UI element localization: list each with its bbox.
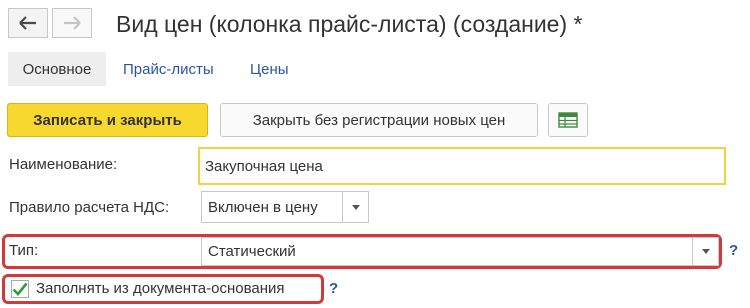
checkmark-icon [12,282,28,296]
type-select[interactable]: Статический [201,237,719,266]
tab-prices[interactable]: Цены [250,52,289,86]
vat-rule-select[interactable]: Включен в цену [201,191,369,223]
name-label: Наименование: [9,156,118,173]
table-button[interactable] [548,103,588,137]
type-value: Статический [208,243,296,260]
vat-rule-value: Включен в цену [208,198,318,216]
fill-from-base-label[interactable]: Заполнять из документа-основания [36,279,285,299]
type-help-icon[interactable]: ? [729,241,738,261]
type-label: Тип: [9,242,39,259]
page-title: Вид цен (колонка прайс-листа) (создание)… [116,11,583,37]
chevron-down-icon[interactable] [342,192,368,222]
arrow-left-icon [19,16,37,30]
close-without-register-button[interactable]: Закрыть без регистрации новых цен [220,103,538,137]
vat-rule-label: Правило расчета НДС: [9,199,170,216]
tab-price-lists[interactable]: Прайс-листы [123,52,214,86]
tab-main[interactable]: Основное [8,52,106,86]
fill-from-base-checkbox[interactable] [11,280,29,298]
fill-help-icon[interactable]: ? [329,279,338,299]
name-field[interactable]: Закупочная цена [198,147,726,185]
arrow-right-icon [63,16,81,30]
forward-button[interactable] [52,8,92,38]
table-icon [558,112,578,128]
back-button[interactable] [8,8,48,38]
save-and-close-button[interactable]: Записать и закрыть [7,103,208,137]
chevron-down-icon[interactable] [692,238,718,265]
